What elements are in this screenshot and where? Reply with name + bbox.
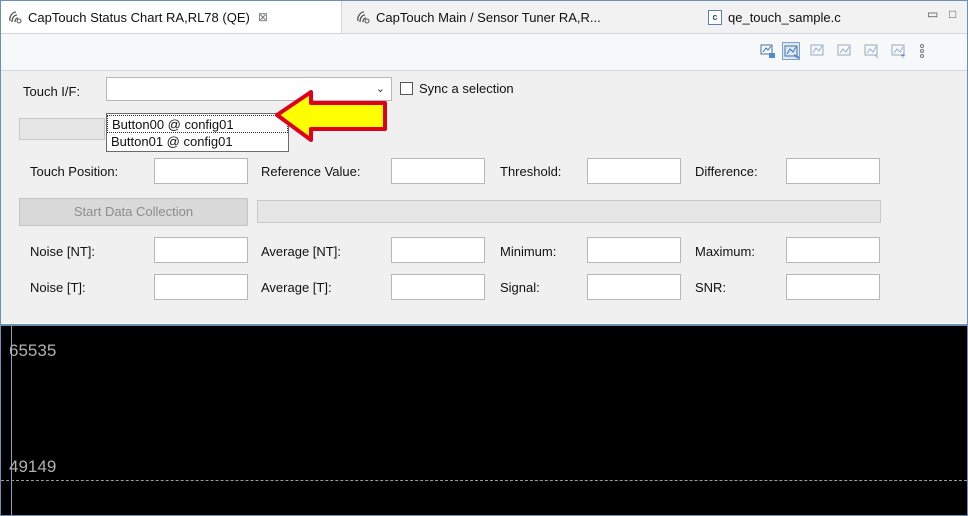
- tab-captouch-status-chart[interactable]: CapTouch Status Chart RA,RL78 (QE) ⊠: [1, 1, 342, 33]
- tab-strip: CapTouch Status Chart RA,RL78 (QE) ⊠ Cap…: [1, 1, 967, 34]
- view-menu-icon[interactable]: [917, 42, 927, 60]
- captouch-icon: [355, 9, 371, 25]
- view-toolbar: [1, 34, 967, 71]
- sync-selection-label: Sync a selection: [419, 81, 514, 96]
- noise-nt-label: Noise [NT]:: [30, 244, 96, 259]
- chart-mode-6-icon[interactable]: [890, 42, 908, 60]
- touch-position-label: Touch Position:: [30, 164, 119, 179]
- start-data-collection-button[interactable]: Start Data Collection: [19, 198, 248, 226]
- tab-label: CapTouch Status Chart RA,RL78 (QE): [28, 9, 250, 25]
- gridline: [1, 480, 967, 481]
- minimum-label: Minimum:: [500, 244, 557, 259]
- c-file-icon: c: [707, 9, 723, 25]
- tab-label: CapTouch Main / Sensor Tuner RA,R...: [376, 9, 601, 25]
- status-chart[interactable]: 65535 49149: [1, 324, 967, 515]
- touch-position-field[interactable]: [154, 158, 248, 184]
- chart-mode-3-icon[interactable]: [809, 42, 827, 60]
- dropdown-option-button01[interactable]: Button01 @ config01: [107, 133, 288, 151]
- snr-label: SNR:: [695, 280, 727, 295]
- signal-field[interactable]: [587, 274, 681, 300]
- editor-window: CapTouch Status Chart RA,RL78 (QE) ⊠ Cap…: [0, 0, 968, 516]
- average-t-field[interactable]: [391, 274, 485, 300]
- tab-captouch-main[interactable]: CapTouch Main / Sensor Tuner RA,R...: [349, 1, 679, 33]
- threshold-field[interactable]: [587, 158, 681, 184]
- reference-value-field[interactable]: [391, 158, 485, 184]
- progress-bar: [257, 200, 881, 223]
- maximum-field[interactable]: [786, 237, 880, 263]
- minimize-icon[interactable]: ▭: [927, 7, 938, 21]
- threshold-label: Threshold:: [500, 164, 562, 179]
- chart-mode-2-icon[interactable]: [782, 42, 800, 60]
- touch-if-dropdown: Button00 @ config01 Button01 @ config01: [106, 113, 289, 152]
- tab-qe-touch-sample-c[interactable]: c qe_touch_sample.c: [701, 1, 901, 33]
- noise-t-field[interactable]: [154, 274, 248, 300]
- dropdown-option-button00[interactable]: Button00 @ config01: [107, 115, 288, 133]
- difference-label: Difference:: [695, 164, 758, 179]
- snr-field[interactable]: [786, 274, 880, 300]
- signal-label: Signal:: [500, 280, 540, 295]
- hidden-bar: [19, 118, 105, 140]
- y-tick-label: 65535: [9, 341, 57, 360]
- average-nt-label: Average [NT]:: [261, 244, 341, 259]
- average-t-label: Average [T]:: [261, 280, 332, 295]
- minimum-field[interactable]: [587, 237, 681, 263]
- chart-mode-4-icon[interactable]: [836, 42, 854, 60]
- noise-t-label: Noise [T]:: [30, 280, 86, 295]
- maximize-icon[interactable]: □: [949, 7, 956, 21]
- sync-selection-checkbox[interactable]: [400, 82, 413, 95]
- close-icon[interactable]: ⊠: [258, 10, 268, 24]
- annotation-arrow-icon: [275, 90, 387, 142]
- touch-if-label: Touch I/F:: [23, 84, 81, 99]
- tab-label: qe_touch_sample.c: [728, 9, 841, 25]
- difference-field[interactable]: [786, 158, 880, 184]
- y-tick-label: 49149: [9, 457, 57, 476]
- reference-value-label: Reference Value:: [261, 164, 361, 179]
- noise-nt-field[interactable]: [154, 237, 248, 263]
- maximum-label: Maximum:: [695, 244, 755, 259]
- chart-mode-5-icon[interactable]: [863, 42, 881, 60]
- average-nt-field[interactable]: [391, 237, 485, 263]
- chart-mode-1-icon[interactable]: [759, 42, 777, 60]
- captouch-icon: [7, 9, 23, 25]
- status-form: Touch I/F: ⌄ Sync a selection Button00 @…: [1, 71, 967, 323]
